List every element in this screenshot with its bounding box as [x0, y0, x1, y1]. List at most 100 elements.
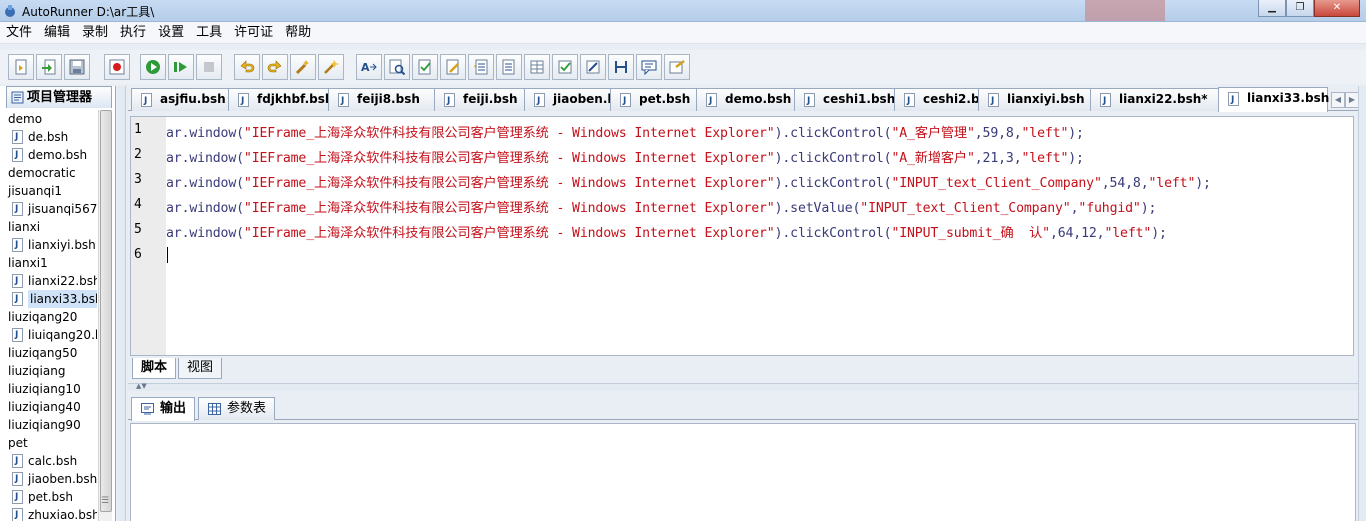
close-button[interactable]: ✕: [1314, 0, 1360, 17]
run-button[interactable]: [140, 54, 166, 80]
checkpoint-button[interactable]: [412, 54, 438, 80]
import-button[interactable]: [36, 54, 62, 80]
tree-folder[interactable]: democratic: [0, 164, 97, 182]
menu-settings[interactable]: 设置: [152, 22, 190, 43]
redo-button[interactable]: [262, 54, 288, 80]
tab-scroll-right-button[interactable]: ▶: [1345, 92, 1359, 108]
tab-output[interactable]: 输出: [131, 397, 196, 421]
tree-scrollbar[interactable]: ☰: [98, 110, 112, 521]
tree-file[interactable]: calc.bsh: [0, 452, 97, 470]
text-format-button[interactable]: A: [356, 54, 382, 80]
tree-file[interactable]: demo.bsh: [0, 146, 97, 164]
tree-folder[interactable]: liuziqiang: [0, 362, 97, 380]
find-replace-icon: [389, 59, 406, 76]
tree-folder[interactable]: pet: [0, 434, 97, 452]
tree-folder[interactable]: liuziqiang10: [0, 380, 97, 398]
stop-button[interactable]: [196, 54, 222, 80]
maximize-button[interactable]: ❐: [1286, 0, 1314, 17]
edit-check-button[interactable]: [440, 54, 466, 80]
file-tab[interactable]: demo.bsh: [696, 88, 795, 112]
menu-edit[interactable]: 编辑: [38, 22, 76, 43]
magic-button[interactable]: [318, 54, 344, 80]
project-manager-tab[interactable]: 项目管理器: [6, 86, 112, 108]
comment-button[interactable]: [636, 54, 662, 80]
tab-view[interactable]: 视图: [178, 358, 223, 379]
menu-license[interactable]: 许可证: [228, 22, 279, 43]
table-edit-button[interactable]: [552, 54, 578, 80]
table-button[interactable]: [524, 54, 550, 80]
menu-help[interactable]: 帮助: [279, 22, 317, 43]
string-token: "IEFrame_上海泽众软件科技有限公司客户管理系统 - Windows In…: [243, 176, 775, 191]
tree-file[interactable]: liuiqang20.b: [0, 326, 97, 344]
tree-folder[interactable]: demo: [0, 110, 97, 128]
record-button[interactable]: [104, 54, 130, 80]
file-tab[interactable]: ceshi1.bsh: [794, 88, 895, 112]
tree-file[interactable]: lianxiyi.bsh: [0, 236, 97, 254]
minimize-button[interactable]: ▁: [1258, 0, 1286, 17]
menu-run[interactable]: 执行: [114, 22, 152, 43]
run-step-button[interactable]: [168, 54, 194, 80]
menu-file[interactable]: 文件: [0, 22, 38, 43]
list-check-button[interactable]: [496, 54, 522, 80]
tree-file[interactable]: de.bsh: [0, 128, 97, 146]
tree-item-label: demo.bsh: [28, 148, 88, 162]
tree-folder[interactable]: lianxi: [0, 218, 97, 236]
code-line[interactable]: ar.window("IEFrame_上海泽众软件科技有限公司客户管理系统 - …: [166, 172, 1211, 191]
output-console[interactable]: [130, 423, 1356, 521]
split-button[interactable]: [608, 54, 634, 80]
menu-record[interactable]: 录制: [76, 22, 114, 43]
vertical-splitter[interactable]: [118, 86, 126, 521]
tree-folder[interactable]: liuziqiang90: [0, 416, 97, 434]
code-editor[interactable]: 123456 ar.window("IEFrame_上海泽众软件科技有限公司客户…: [130, 116, 1354, 356]
script-file-icon: [12, 200, 23, 218]
tab-script[interactable]: 脚本: [132, 358, 177, 379]
file-tab[interactable]: lianxi33.bsh: [1218, 87, 1329, 112]
tree-file[interactable]: jiaoben.bsh: [0, 470, 97, 488]
tree-file[interactable]: lianxi33.bsh: [0, 290, 97, 308]
tree-folder[interactable]: liuziqang20: [0, 308, 97, 326]
code-line[interactable]: ar.window("IEFrame_上海泽众软件科技有限公司客户管理系统 - …: [166, 222, 1167, 241]
checkpoint-icon: [418, 59, 431, 75]
code-line[interactable]: ar.window("IEFrame_上海泽众软件科技有限公司客户管理系统 - …: [166, 197, 1156, 216]
list-button[interactable]: [468, 54, 494, 80]
tree-file[interactable]: pet.bsh: [0, 488, 97, 506]
new-file-icon: [15, 59, 27, 75]
file-tab[interactable]: feiji.bsh: [434, 88, 525, 112]
script-file-icon: [141, 91, 152, 112]
file-tab[interactable]: feiji8.bsh: [328, 88, 435, 112]
file-tab[interactable]: ceshi2.bsh: [894, 88, 995, 112]
file-tab[interactable]: pet.bsh: [610, 88, 697, 112]
project-tree[interactable]: demo de.bsh demo.bsh democratic jisuanqi1 jis…: [0, 110, 97, 521]
tree-folder[interactable]: liuziqiang40: [0, 398, 97, 416]
menu-tools[interactable]: 工具: [190, 22, 228, 43]
stop-icon: [204, 62, 214, 72]
file-tab-label: lianxi22.bsh*: [1119, 92, 1208, 106]
export-button[interactable]: [664, 54, 690, 80]
undo-button[interactable]: [234, 54, 260, 80]
save-button[interactable]: [64, 54, 90, 80]
tree-file[interactable]: jisuanqi567.: [0, 200, 97, 218]
tree-file[interactable]: zhuxiao.bsh: [0, 506, 97, 521]
tree-folder[interactable]: jisuanqi1: [0, 182, 97, 200]
file-tab[interactable]: lianxiyi.bsh: [978, 88, 1091, 112]
file-tab[interactable]: asjfiu.bsh: [131, 88, 229, 112]
tree-file[interactable]: lianxi22.bsh: [0, 272, 97, 290]
script-file-icon: [620, 91, 631, 112]
scrollbar-thumb[interactable]: [100, 110, 112, 512]
tab-parameters[interactable]: 参数表: [198, 397, 276, 420]
tree-folder[interactable]: liuziqang50: [0, 344, 97, 362]
tree-folder[interactable]: lianxi1: [0, 254, 97, 272]
code-line[interactable]: ar.window("IEFrame_上海泽众软件科技有限公司客户管理系统 - …: [166, 147, 1084, 166]
file-tab[interactable]: jiaoben.bsh: [524, 88, 632, 112]
script-file-icon: [12, 452, 23, 470]
find-replace-button[interactable]: [384, 54, 410, 80]
save-icon: [69, 59, 85, 75]
file-tab[interactable]: fdjkhbf.bsh: [228, 88, 333, 112]
tab-scroll-left-button[interactable]: ◀: [1331, 92, 1345, 108]
verify-button[interactable]: [580, 54, 606, 80]
new-file-button[interactable]: [8, 54, 34, 80]
wand-button[interactable]: [290, 54, 316, 80]
horizontal-splitter[interactable]: ▲▼: [128, 382, 1358, 391]
file-tab[interactable]: lianxi22.bsh*: [1090, 88, 1219, 112]
code-line[interactable]: ar.window("IEFrame_上海泽众软件科技有限公司客户管理系统 - …: [166, 122, 1084, 141]
